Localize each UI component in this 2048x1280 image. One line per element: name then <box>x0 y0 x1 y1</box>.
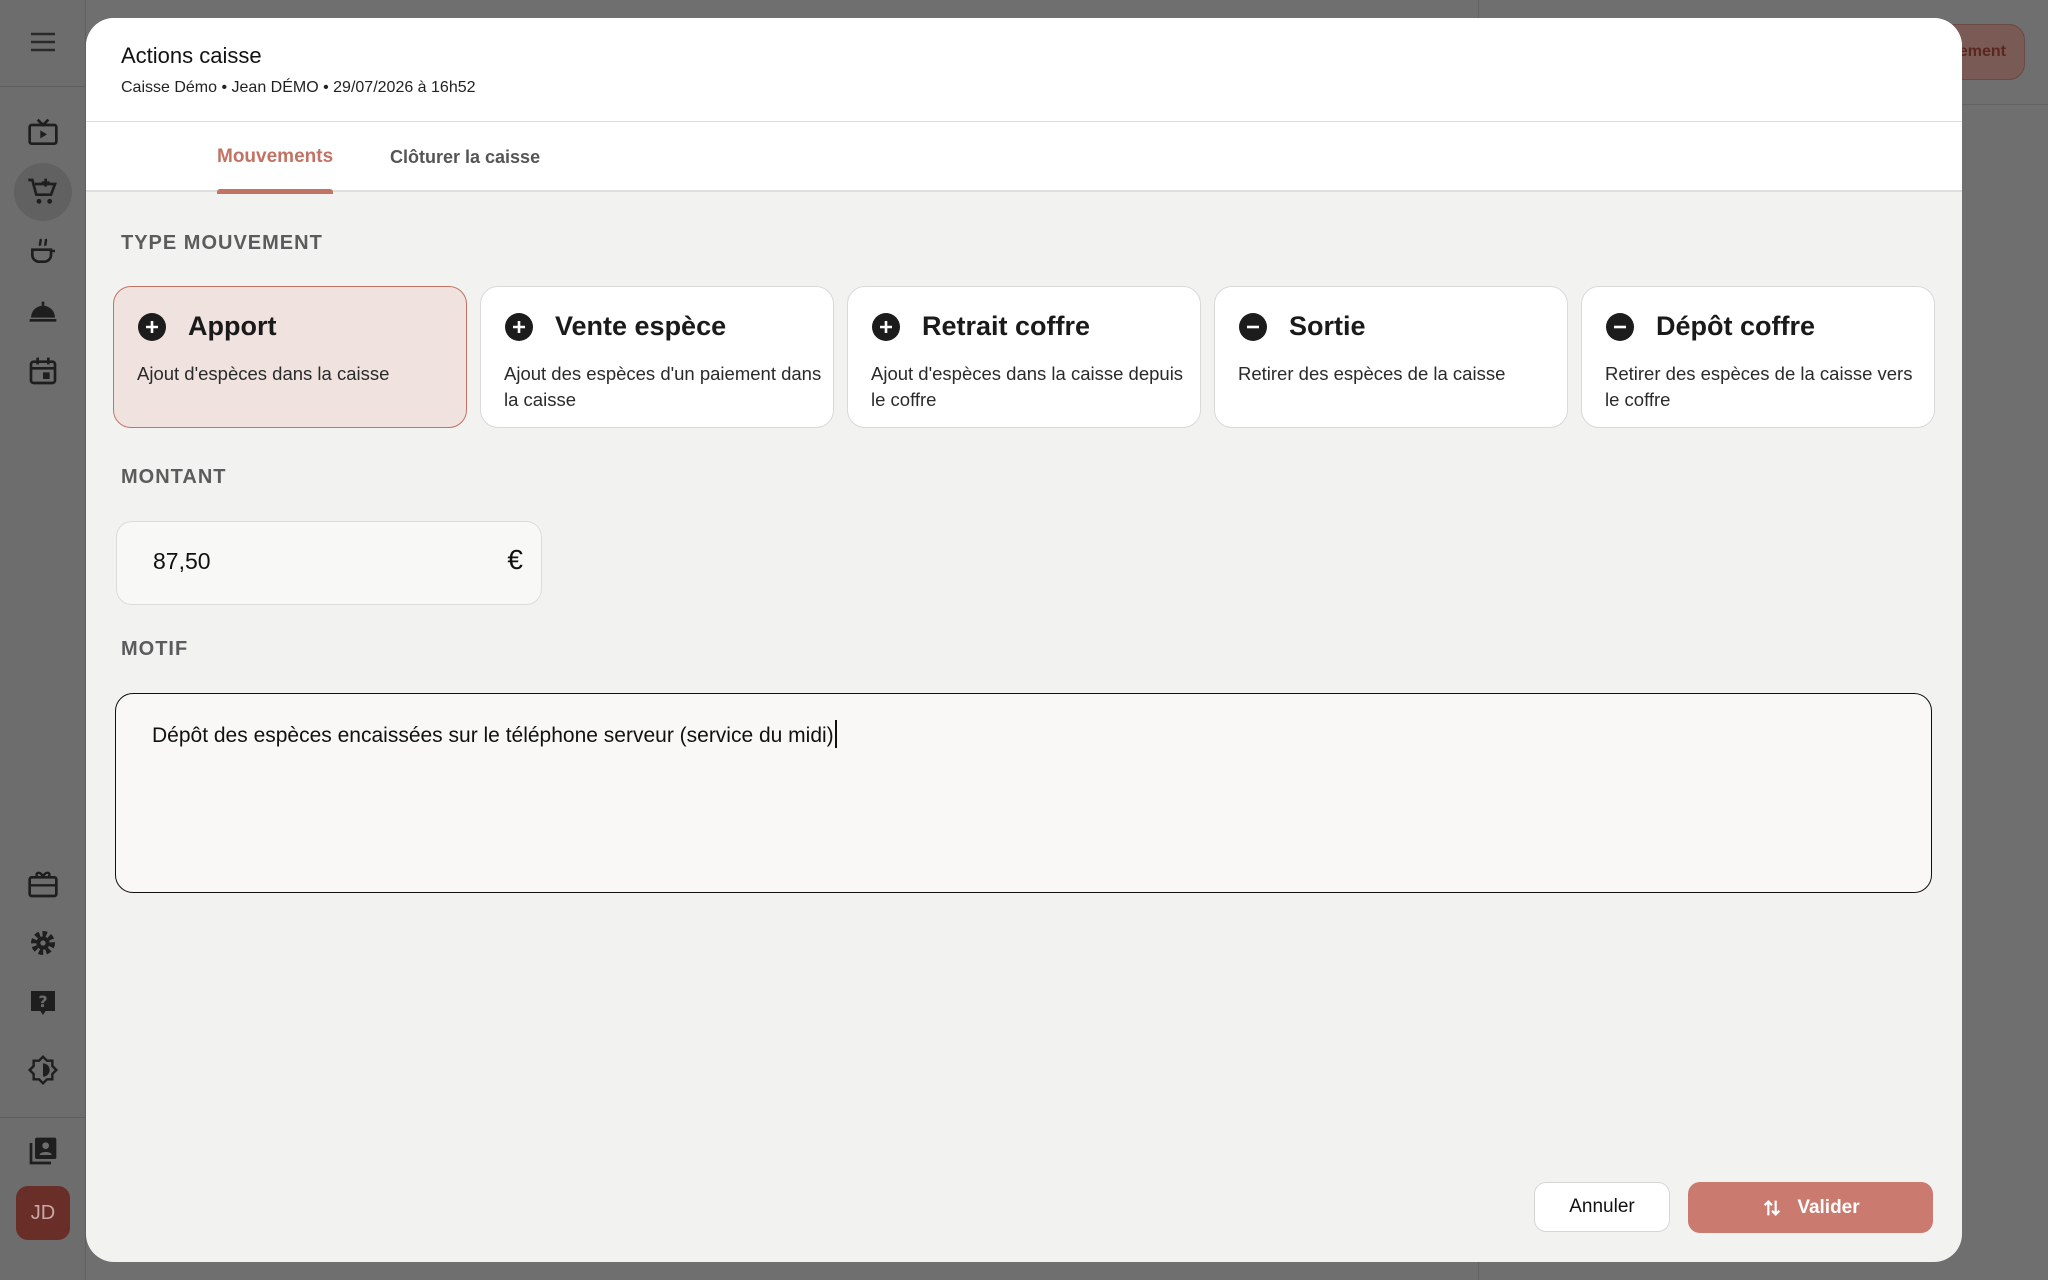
plus-circle-icon <box>505 313 533 341</box>
sidebar-divider <box>0 1117 86 1118</box>
motif-text-line: Dépôt des espèces encaissées sur le télé… <box>152 720 837 748</box>
swap-vertical-icon <box>1764 1199 1781 1216</box>
movement-type-title: Vente espèce <box>555 311 727 341</box>
sidebar-item-settings[interactable] <box>14 914 72 972</box>
account-book-icon <box>29 1137 57 1165</box>
gift-card-icon <box>28 871 58 898</box>
plus-circle-icon <box>138 313 166 341</box>
svg-text:?: ? <box>38 992 47 1011</box>
validate-button-label: Valider <box>1797 1196 1860 1218</box>
modal-tabs: Mouvements Clôturer la caisse <box>86 122 1962 194</box>
amount-section-label: MONTANT <box>121 466 227 488</box>
amount-value: 87,50 <box>153 548 211 574</box>
avatar[interactable]: JD <box>16 1186 70 1240</box>
cart-plus-icon <box>28 178 57 204</box>
sidebar-item-service[interactable] <box>14 282 72 340</box>
sidebar-item-theme[interactable] <box>14 1041 72 1099</box>
brightness-icon <box>27 1054 59 1086</box>
movement-type-title: Retrait coffre <box>922 311 1091 341</box>
sidebar-item-tv[interactable] <box>14 104 72 162</box>
sidebar-item-cart[interactable] <box>14 163 72 221</box>
plus-circle-icon <box>872 313 900 341</box>
tv-play-icon <box>28 118 58 145</box>
sidebar-item-calendar[interactable] <box>14 342 72 400</box>
motif-section-label: MOTIF <box>121 638 189 660</box>
movement-type-description: Ajout d'espèces dans la caisse <box>137 363 390 384</box>
movement-type-sortie[interactable]: Sortie Retirer des espèces de la caisse <box>1214 286 1568 428</box>
cancel-button[interactable]: Annuler <box>1534 1182 1670 1232</box>
modal-title: Actions caisse <box>121 43 262 68</box>
movement-type-description: Retirer des espèces de la caisse <box>1238 363 1506 384</box>
menu-icon <box>31 32 55 52</box>
menu-button[interactable] <box>14 13 72 71</box>
modal-subtitle: Caisse Démo • Jean DÉMO • 29/07/2026 à 1… <box>121 79 476 96</box>
sidebar-item-help[interactable]: ? <box>14 974 72 1032</box>
movement-type-apport[interactable]: Apport Ajout d'espèces dans la caisse <box>113 286 467 428</box>
currency-symbol: € <box>507 544 523 575</box>
cash-actions-modal: Actions caisse Caisse Démo • Jean DÉMO •… <box>86 18 1962 1262</box>
tab-cloturer-caisse[interactable]: Clôturer la caisse <box>390 122 540 192</box>
sidebar-divider <box>0 86 86 87</box>
type-section-label: TYPE MOUVEMENT <box>121 232 323 254</box>
minus-circle-icon <box>1606 313 1634 341</box>
movement-type-description: Ajout d'espèces dans la caisse depuis le… <box>871 363 1184 410</box>
motif-value: Dépôt des espèces encaissées sur le télé… <box>152 724 834 747</box>
kitchen-pot-icon <box>31 238 55 263</box>
calendar-icon <box>29 357 57 385</box>
sidebar-item-accounts[interactable] <box>14 1122 72 1180</box>
sidebar-item-kitchen[interactable] <box>14 222 72 280</box>
movement-type-vente-espece[interactable]: Vente espèce Ajout des espèces d'un paie… <box>480 286 834 428</box>
movement-type-title: Sortie <box>1289 311 1366 341</box>
movement-type-description: Ajout des espèces d'un paiement dans la … <box>504 363 822 410</box>
service-cloche-icon <box>29 301 57 322</box>
gear-icon <box>31 931 55 955</box>
app-sidebar: ? JD <box>0 0 86 1280</box>
motif-textarea[interactable]: Dépôt des espèces encaissées sur le télé… <box>115 693 1932 893</box>
help-icon: ? <box>31 991 55 1015</box>
tab-mouvements[interactable]: Mouvements <box>217 122 334 194</box>
movement-type-title: Apport <box>188 311 277 341</box>
movement-type-title: Dépôt coffre <box>1656 311 1816 341</box>
text-caret <box>834 720 837 748</box>
minus-circle-icon <box>1239 313 1267 341</box>
movement-type-retrait-coffre[interactable]: Retrait coffre Ajout d'espèces dans la c… <box>847 286 1201 428</box>
validate-button[interactable]: Valider <box>1688 1182 1933 1233</box>
amount-input[interactable]: 87,50 € <box>116 521 542 605</box>
sidebar-item-gift[interactable] <box>14 855 72 913</box>
movement-type-depot-coffre[interactable]: Dépôt coffre Retirer des espèces de la c… <box>1581 286 1935 428</box>
movement-type-description: Retirer des espèces de la caisse vers le… <box>1605 363 1913 410</box>
modal-header: Actions caisse Caisse Démo • Jean DÉMO •… <box>86 18 1962 122</box>
